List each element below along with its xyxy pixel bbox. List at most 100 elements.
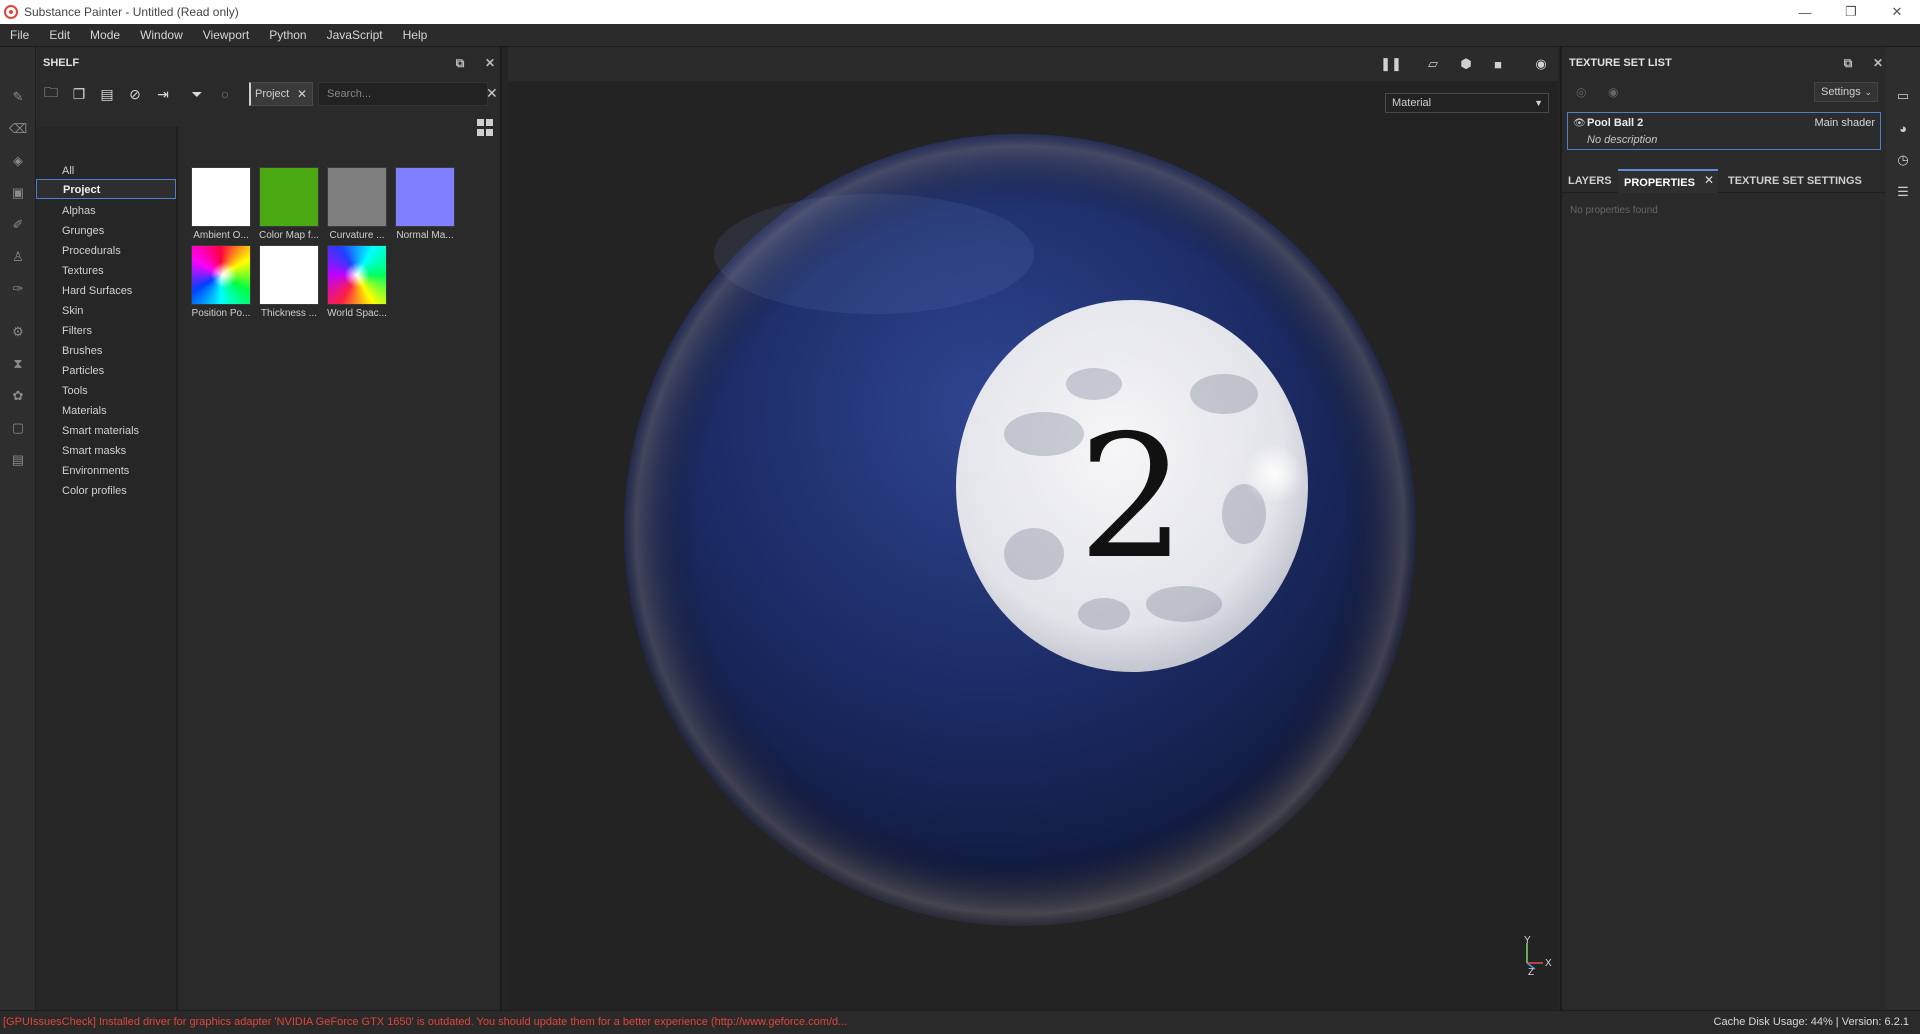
remove-filter-icon[interactable]: ✕ xyxy=(297,87,307,101)
pool-ball-model[interactable]: 2 xyxy=(624,134,1416,926)
screenshot-icon[interactable]: ◉ xyxy=(1531,56,1551,72)
import-icon[interactable]: ⇥ xyxy=(150,82,176,106)
new-page-icon[interactable]: ❐ xyxy=(66,82,92,106)
tab-texture-set-settings[interactable]: TEXTURE SET SETTINGS xyxy=(1728,169,1862,193)
menu-mode[interactable]: Mode xyxy=(80,24,130,47)
category-smart-masks[interactable]: Smart masks xyxy=(62,441,126,461)
clone-stamp-icon[interactable]: ♙ xyxy=(9,248,27,266)
close-panel-icon[interactable]: ✕ xyxy=(1870,55,1886,71)
channel-select[interactable]: Material ▼ xyxy=(1385,93,1549,113)
category-materials[interactable]: Materials xyxy=(62,401,107,421)
asset-label: Normal Ma... xyxy=(396,230,454,241)
visibility-eye-icon[interactable]: 👁 xyxy=(1573,118,1586,129)
asset-position[interactable]: Position Po... xyxy=(191,245,251,319)
cache-version-info: Cache Disk Usage: 44% | Version: 6.2.1 xyxy=(1713,1016,1909,1028)
project-filter-chip[interactable]: Project ✕ xyxy=(249,82,313,106)
asset-ambient-occlusion[interactable]: Ambient O... xyxy=(191,167,251,241)
category-smart-materials[interactable]: Smart materials xyxy=(62,421,139,441)
2d-view-icon[interactable]: ▱ xyxy=(1423,56,1443,72)
tab-properties[interactable]: PROPERTIES xyxy=(1618,169,1718,193)
tab-layers[interactable]: LAYERS xyxy=(1568,169,1612,193)
tool-strip: ✎ ⌫ ◈ ▣ ✐ ♙ ✑ ⚙ ⧗ ✿ ▢ ▤ xyxy=(0,47,36,1010)
asset-color-map[interactable]: Color Map f... xyxy=(259,167,319,241)
category-procedurals[interactable]: Procedurals xyxy=(62,241,121,261)
show-all-icon[interactable]: ◉ xyxy=(1608,85,1624,99)
history-icon[interactable]: ◷ xyxy=(1895,152,1911,168)
category-tools[interactable]: Tools xyxy=(62,381,88,401)
status-message[interactable]: [GPUIssuesCheck] Installed driver for gr… xyxy=(3,1016,847,1028)
asset-world-space-normal[interactable]: World Spac... xyxy=(327,245,387,319)
hide-icon[interactable]: ⊘ xyxy=(122,82,148,106)
filter-icon[interactable]: ⏷ xyxy=(184,82,210,106)
ball-number: 2 xyxy=(1078,399,1186,597)
smudge-icon[interactable]: ✐ xyxy=(9,216,27,234)
log-icon[interactable]: ☰ xyxy=(1895,184,1911,200)
undock-icon[interactable]: ⧉ xyxy=(1840,55,1856,71)
asset-normal-map[interactable]: Normal Ma... xyxy=(395,167,455,241)
asset-swatch xyxy=(259,245,319,305)
menu-window[interactable]: Window xyxy=(130,24,193,47)
menu-viewport[interactable]: Viewport xyxy=(193,24,259,47)
grid-view-icon[interactable] xyxy=(477,119,495,137)
eraser-icon[interactable]: ⌫ xyxy=(9,120,27,138)
title-bar: Substance Painter - Untitled (Read only)… xyxy=(0,0,1920,24)
camera-icon[interactable]: ■ xyxy=(1488,56,1508,72)
color-picker-icon[interactable]: ✑ xyxy=(9,280,27,298)
viewport[interactable]: ❚❚ ▱ ⬢ ■ ◉ Material ▼ 2 Y X Z xyxy=(508,47,1558,1010)
shelf-header: SHELF ⧉ ✕ xyxy=(36,47,500,79)
menu-file[interactable]: File xyxy=(0,24,39,47)
projection-icon[interactable]: ◈ xyxy=(9,152,27,170)
polygon-fill-icon[interactable]: ▣ xyxy=(9,184,27,202)
category-skin[interactable]: Skin xyxy=(62,301,83,321)
display-settings-icon[interactable]: ▭ xyxy=(1895,88,1911,104)
refresh-icon[interactable]: ○ xyxy=(212,82,238,106)
category-filters[interactable]: Filters xyxy=(62,321,92,341)
3d-view-icon[interactable]: ⬢ xyxy=(1456,56,1476,72)
asset-swatch xyxy=(191,167,251,227)
category-environments[interactable]: Environments xyxy=(62,461,129,481)
undock-icon[interactable]: ⧉ xyxy=(452,55,468,71)
category-hard-surfaces[interactable]: Hard Surfaces xyxy=(62,281,132,301)
category-particles[interactable]: Particles xyxy=(62,361,104,381)
clear-search-icon[interactable]: ✕ xyxy=(486,85,498,102)
settings-dropdown[interactable]: Settings ⌄ xyxy=(1814,82,1878,102)
category-alphas[interactable]: Alphas xyxy=(62,201,96,221)
menu-python[interactable]: Python xyxy=(259,24,316,47)
category-project[interactable]: Project xyxy=(36,179,176,199)
category-all[interactable]: All xyxy=(62,161,74,181)
asset-thickness[interactable]: Thickness ... xyxy=(259,245,319,319)
shader-name[interactable]: Main shader xyxy=(1814,117,1875,129)
close-panel-icon[interactable]: ✕ xyxy=(482,55,498,71)
texture-set-item[interactable]: 👁 Pool Ball 2 Main shader No description xyxy=(1567,112,1881,150)
export-icon[interactable]: ▤ xyxy=(9,451,27,469)
shelf-search-input[interactable] xyxy=(318,82,488,106)
paint-brush-icon[interactable]: ✎ xyxy=(9,88,27,106)
database-icon[interactable]: ▤ xyxy=(94,82,120,106)
menu-edit[interactable]: Edit xyxy=(39,24,80,47)
category-grunges[interactable]: Grunges xyxy=(62,221,104,241)
menu-help[interactable]: Help xyxy=(393,24,438,47)
category-textures[interactable]: Textures xyxy=(62,261,104,281)
hide-all-icon[interactable]: ◎ xyxy=(1576,85,1592,99)
restore-icon[interactable]: ❐ xyxy=(1828,0,1874,24)
app-logo-icon xyxy=(4,5,18,19)
photoshop-icon[interactable]: ▢ xyxy=(9,419,27,437)
no-properties-message: No properties found xyxy=(1570,205,1658,216)
minimize-icon[interactable]: — xyxy=(1782,0,1828,24)
close-window-icon[interactable]: ✕ xyxy=(1874,0,1920,24)
specular-highlight xyxy=(1244,444,1304,504)
bake-icon[interactable]: ⚙ xyxy=(9,323,27,341)
asset-label: Position Po... xyxy=(191,308,251,319)
close-tab-icon[interactable]: ✕ xyxy=(1704,173,1714,187)
menu-javascript[interactable]: JavaScript xyxy=(317,24,393,47)
category-brushes[interactable]: Brushes xyxy=(62,341,102,361)
folder-icon[interactable]: 🗀 xyxy=(38,82,64,106)
plugin-icon[interactable]: ✿ xyxy=(9,387,27,405)
pause-icon[interactable]: ❚❚ xyxy=(1380,56,1402,72)
category-color-profiles[interactable]: Color profiles xyxy=(62,481,127,501)
shader-settings-icon[interactable]: ◕ xyxy=(1895,120,1911,136)
menu-bar: File Edit Mode Window Viewport Python Ja… xyxy=(0,24,1920,47)
asset-curvature[interactable]: Curvature ... xyxy=(327,167,387,241)
window-controls: — ❐ ✕ xyxy=(1782,0,1920,24)
history-icon[interactable]: ⧗ xyxy=(9,355,27,373)
